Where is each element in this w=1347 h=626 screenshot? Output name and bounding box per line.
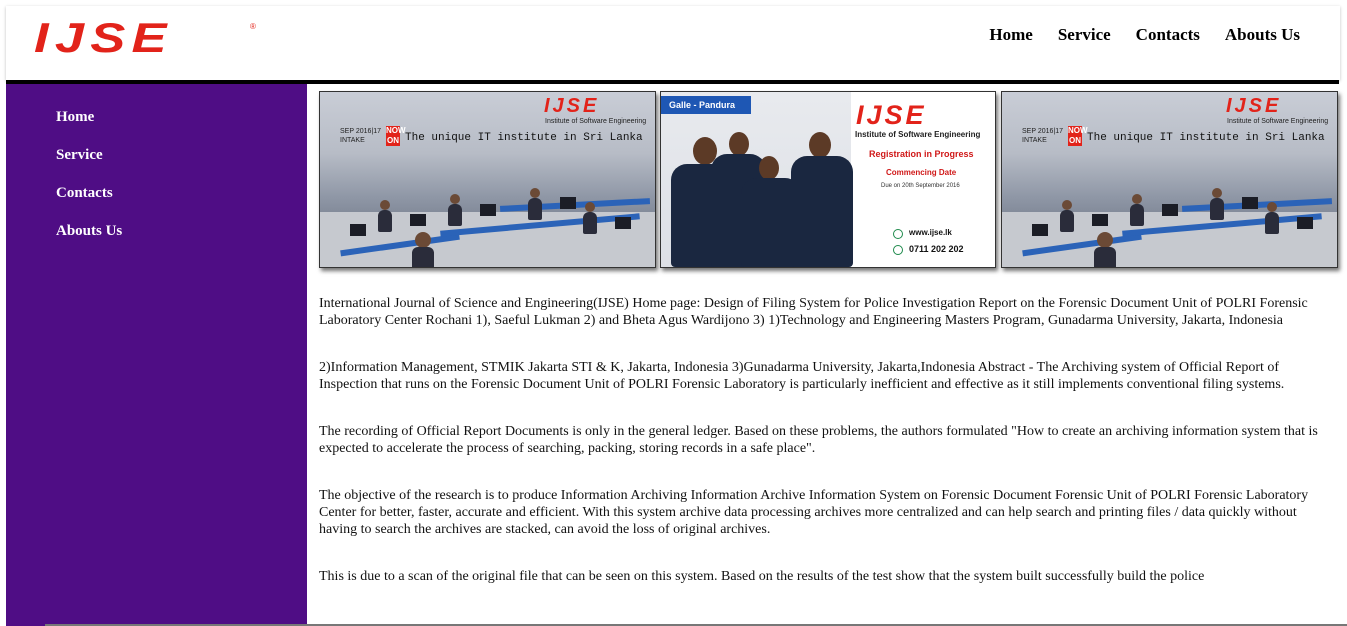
intake-year: SEP 2016|17 [340, 128, 382, 135]
monitor-icon [1297, 217, 1313, 229]
slide-subtitle: Institute of Software Engineering [545, 118, 647, 125]
slide-tagline: The unique IT institute in Sri Lanka [1087, 132, 1325, 144]
main-content: IJSE Institute of Software Engineering S… [307, 84, 1347, 626]
phone-number: 0711 202 202 [909, 244, 964, 254]
monitor-icon [480, 204, 496, 216]
person [1265, 212, 1279, 234]
sidebar: Home Service Contacts Abouts Us [6, 84, 307, 626]
slide-logo: IJSE [856, 100, 927, 130]
intake-label: INTAKE [340, 137, 365, 144]
due-date: Due on 20th September 2016 [881, 183, 960, 189]
sidebar-item-contacts[interactable]: Contacts [56, 185, 113, 202]
person-head [585, 202, 595, 212]
person [1060, 210, 1074, 232]
top-nav-abouts-us[interactable]: Abouts Us [1225, 25, 1300, 45]
person [583, 212, 597, 234]
monitor-icon [1092, 214, 1108, 226]
slide-logo: IJSE [544, 95, 600, 117]
paragraph: The recording of Official Report Documen… [319, 424, 1318, 456]
person [412, 247, 434, 267]
slide-subtitle: Institute of Software Engineering [855, 130, 981, 139]
sidebar-item-abouts-us[interactable]: Abouts Us [56, 223, 122, 240]
top-nav-contacts[interactable]: Contacts [1136, 25, 1200, 45]
slide-subtitle: Institute of Software Engineering [1227, 118, 1329, 125]
person-head [530, 188, 540, 198]
person [448, 204, 462, 226]
monitor-icon [615, 217, 631, 229]
person [1130, 204, 1144, 226]
person-head [415, 232, 431, 248]
gallery-slide-lab-1[interactable]: IJSE Institute of Software Engineering S… [319, 91, 656, 268]
gallery-slide-lab-2[interactable]: IJSE Institute of Software Engineering S… [1001, 91, 1338, 268]
location-banner: Galle - Pandura [661, 96, 751, 114]
paragraph: 2)Information Management, STMIK Jakarta … [319, 360, 1285, 392]
top-nav-service[interactable]: Service [1058, 25, 1111, 45]
phone-icon [893, 245, 903, 255]
globe-icon [893, 229, 903, 239]
ijse-logo[interactable]: IJSE ® [34, 14, 256, 61]
slide-intake: SEP 2016|17 INTAKE [1022, 127, 1063, 145]
now-on-badge: NOW ON [386, 126, 406, 146]
person [528, 198, 542, 220]
monitor-icon [560, 197, 576, 209]
paragraph: The objective of the research is to prod… [319, 488, 1309, 537]
intake-label: INTAKE [1022, 137, 1047, 144]
person-head [1062, 200, 1072, 210]
site-header: IJSE ® Home Service Contacts Abouts Us [6, 6, 1340, 80]
paragraph: International Journal of Science and Eng… [319, 296, 1308, 328]
slide-logo: IJSE [1226, 95, 1282, 117]
monitor-icon [350, 224, 366, 236]
registered-mark-icon: ® [250, 22, 256, 31]
person-head [1267, 202, 1277, 212]
top-nav-home[interactable]: Home [989, 25, 1032, 45]
person-head [380, 200, 390, 210]
student [791, 156, 853, 267]
student-face [729, 132, 749, 156]
person [1210, 198, 1224, 220]
website: www.ijse.lk [909, 228, 952, 237]
gallery-slide-registration[interactable]: Galle - Pandura IJSE Institute of Softwa… [660, 91, 996, 268]
student-face [809, 132, 831, 158]
monitor-icon [1032, 224, 1048, 236]
monitor-icon [410, 214, 426, 226]
sidebar-item-service[interactable]: Service [56, 147, 103, 164]
paragraph: This is due to a scan of the original fi… [319, 569, 1205, 584]
slide-tagline: The unique IT institute in Sri Lanka [405, 132, 643, 144]
person [378, 210, 392, 232]
intake-year: SEP 2016|17 [1022, 128, 1064, 135]
monitor-icon [1162, 204, 1178, 216]
person-head [1212, 188, 1222, 198]
logo-text: IJSE [34, 14, 173, 61]
monitor-icon [1242, 197, 1258, 209]
student-face [759, 156, 779, 180]
now-on-badge: NOW ON [1068, 126, 1088, 146]
slide-intake: SEP 2016|17 INTAKE [340, 127, 381, 145]
registration-status: Registration in Progress [869, 149, 974, 159]
image-gallery: IJSE Institute of Software Engineering S… [319, 91, 1339, 269]
person-head [1097, 232, 1113, 248]
commencing-label: Commencing Date [886, 168, 957, 177]
person-head [1132, 194, 1142, 204]
sidebar-item-home[interactable]: Home [56, 109, 94, 126]
top-nav: Home Service Contacts Abouts Us [989, 25, 1300, 45]
article-text: International Journal of Science and Eng… [319, 295, 1329, 615]
person-head [450, 194, 460, 204]
person [1094, 247, 1116, 267]
